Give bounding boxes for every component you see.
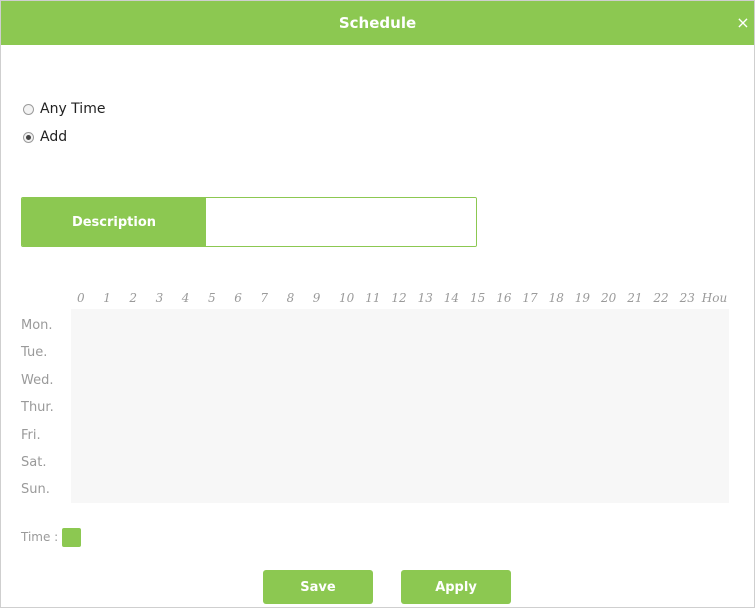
- day-label: Sun.: [21, 482, 50, 498]
- hour-label: 17: [522, 291, 538, 305]
- apply-button[interactable]: Apply: [401, 570, 511, 604]
- hour-label: 0: [77, 291, 85, 305]
- day-label: Thur.: [21, 400, 54, 416]
- dialog-title: Schedule: [338, 14, 417, 32]
- hour-label: 2: [129, 291, 138, 305]
- description-label: Description: [22, 198, 206, 246]
- save-button[interactable]: Save: [263, 570, 373, 604]
- hour-label: 12: [391, 291, 407, 305]
- add-radio[interactable]: [23, 131, 34, 143]
- hour-label: 14: [443, 291, 460, 305]
- description-field: Description: [21, 197, 477, 247]
- hour-label: 6: [234, 291, 242, 305]
- schedule-dialog: Schedule × Any Time Add Description 0123…: [0, 0, 755, 608]
- hour-label: 15: [470, 291, 486, 305]
- time-legend-swatch: [62, 527, 82, 547]
- day-label: Mon.: [21, 318, 53, 333]
- hour-label: 13: [417, 291, 433, 305]
- hour-label: 10: [339, 291, 355, 305]
- add-label: Add: [40, 129, 68, 145]
- hour-label: 19: [574, 291, 591, 305]
- title-bar: Schedule ×: [1, 1, 754, 45]
- schedule-grid[interactable]: [71, 309, 729, 503]
- hour-label: 11: [365, 291, 381, 305]
- day-label: Tue.: [21, 345, 48, 361]
- hour-label: 8: [286, 291, 295, 305]
- hour-label: 5: [208, 291, 216, 305]
- hour-label: 3: [155, 291, 164, 305]
- day-label: Fri.: [21, 427, 41, 443]
- time-legend-label: Time :: [21, 530, 59, 544]
- time-legend: Time :: [21, 527, 82, 547]
- any-time-radio[interactable]: [23, 103, 34, 115]
- hour-label: 21: [627, 291, 643, 305]
- add-option[interactable]: Add: [23, 128, 67, 146]
- day-label: Wed.: [21, 372, 54, 388]
- any-time-option[interactable]: Any Time: [23, 100, 105, 118]
- description-input[interactable]: [206, 198, 476, 246]
- hour-label: 22: [653, 291, 669, 305]
- hour-label: 18: [548, 291, 564, 305]
- hour-label: 7: [260, 291, 269, 305]
- day-label: Sat.: [21, 455, 47, 470]
- hour-label: 4: [181, 291, 190, 305]
- hour-label: 1: [103, 291, 111, 305]
- hour-label: 23: [679, 291, 695, 305]
- hour-label: 20: [601, 291, 617, 305]
- hour-label: 9: [312, 291, 321, 305]
- hours-unit-label: Hou: [701, 291, 728, 305]
- any-time-label: Any Time: [40, 101, 106, 117]
- hour-label: 16: [496, 291, 512, 305]
- close-icon[interactable]: ×: [734, 1, 752, 45]
